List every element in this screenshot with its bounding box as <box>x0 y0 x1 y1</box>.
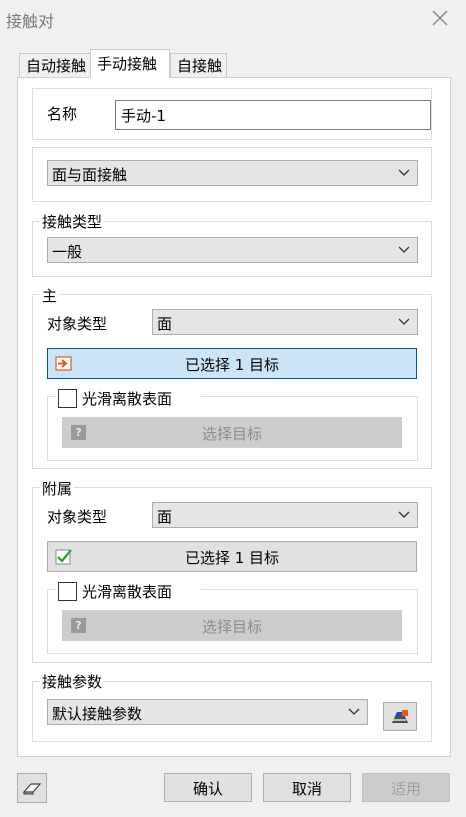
edit-params-icon <box>392 710 408 723</box>
contact-mode-dropdown[interactable]: 面与面接触 <box>47 160 418 186</box>
master-select-target-button: ? 选择目标 <box>62 417 402 448</box>
check-icon <box>55 549 72 565</box>
slave-selection-label: 已选择 1 目标 <box>184 549 280 567</box>
slave-smooth-option: 光滑离散表面 <box>55 580 201 602</box>
chevron-down-icon <box>398 511 410 518</box>
master-object-type-dropdown[interactable]: 面 <box>152 309 418 335</box>
master-smooth-label: 光滑离散表面 <box>82 390 173 408</box>
close-icon[interactable] <box>428 6 452 30</box>
contact-mode-value: 面与面接触 <box>52 166 128 184</box>
arrow-right-icon <box>55 356 72 371</box>
contact-type-value: 一般 <box>52 243 83 261</box>
name-label: 名称 <box>47 105 78 123</box>
slave-select-target-label: 选择目标 <box>201 618 262 636</box>
contact-type-legend: 接触类型 <box>40 211 105 232</box>
slave-smooth-label: 光滑离散表面 <box>82 583 173 601</box>
slave-group: 对象类型 面 已选择 1 目标 ? 选择目标 光滑离散表面 <box>32 487 432 663</box>
master-selection-label: 已选择 1 目标 <box>184 356 280 374</box>
contact-params-legend: 接触参数 <box>40 671 105 692</box>
tab-manual-contact[interactable]: 手动接触 <box>90 49 170 78</box>
contact-mode-group: 面与面接触 <box>32 147 432 202</box>
contact-type-dropdown[interactable]: 一般 <box>47 237 418 263</box>
cancel-button[interactable]: 取消 <box>263 773 351 802</box>
tab-auto-contact[interactable]: 自动接触 <box>19 53 91 77</box>
slave-smooth-checkbox[interactable] <box>58 582 77 601</box>
manual-contact-panel: 名称 手动-1 面与面接触 一般 接触类型 对象类型 面 已选择 1 目标 ? … <box>17 77 451 757</box>
slave-selection-button[interactable]: 已选择 1 目标 <box>47 541 417 572</box>
slave-select-target-button: ? 选择目标 <box>62 610 402 641</box>
chevron-down-icon <box>398 318 410 325</box>
contact-params-value: 默认接触参数 <box>52 705 143 723</box>
question-icon: ? <box>71 618 86 633</box>
window-title: 接触对 <box>6 12 55 31</box>
slave-legend: 附属 <box>40 478 75 499</box>
name-group: 名称 手动-1 <box>32 88 432 140</box>
master-selection-button[interactable]: 已选择 1 目标 <box>47 348 417 379</box>
slave-object-type-value: 面 <box>157 508 173 526</box>
master-smooth-checkbox[interactable] <box>58 389 77 408</box>
master-object-type-label: 对象类型 <box>47 315 108 333</box>
eraser-icon <box>23 783 42 795</box>
contact-params-dropdown[interactable]: 默认接触参数 <box>47 699 368 725</box>
master-smooth-option: 光滑离散表面 <box>55 387 201 409</box>
name-input[interactable]: 手动-1 <box>115 100 431 130</box>
chevron-down-icon <box>398 246 410 253</box>
ok-button[interactable]: 确认 <box>164 773 252 802</box>
tab-self-contact[interactable]: 自接触 <box>170 53 227 77</box>
slave-object-type-dropdown[interactable]: 面 <box>152 502 418 528</box>
master-select-target-label: 选择目标 <box>201 425 262 443</box>
contact-params-edit-button[interactable] <box>383 702 417 731</box>
master-legend: 主 <box>40 285 60 306</box>
apply-button: 适用 <box>362 773 450 802</box>
chevron-down-icon <box>398 169 410 176</box>
question-icon: ? <box>71 425 86 440</box>
master-group: 对象类型 面 已选择 1 目标 ? 选择目标 光滑离散表面 <box>32 294 432 469</box>
master-object-type-value: 面 <box>157 315 173 333</box>
chevron-down-icon <box>348 708 360 715</box>
slave-object-type-label: 对象类型 <box>47 508 108 526</box>
eraser-button[interactable] <box>17 773 47 803</box>
